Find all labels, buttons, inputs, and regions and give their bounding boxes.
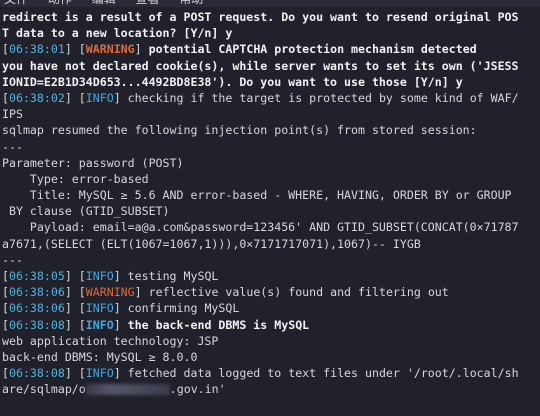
path-prefix: are/sqlmap/o xyxy=(2,382,86,397)
log-message: fetched data logged to text files under … xyxy=(120,366,519,381)
separator-line: --- xyxy=(2,252,23,267)
log-level-info: INFO xyxy=(85,90,114,105)
log-timestamp: 06:38:08 xyxy=(8,317,65,332)
output-line: redirect is a result of a POST request. … xyxy=(2,10,519,24)
log-timestamp: 06:38:01 xyxy=(8,42,65,57)
log-level-warning: WARNING xyxy=(85,285,135,300)
log-message: testing MySQL xyxy=(120,269,219,283)
redacted-blur xyxy=(85,384,170,396)
log-timestamp: 06:38:05 xyxy=(8,269,65,283)
log-line-warning: [06:38:06] [WARNING] reflective value(s)… xyxy=(2,285,449,300)
output-line: you have not declared cookie(s), while s… xyxy=(2,58,519,73)
output-line: web application technology: JSP xyxy=(2,333,219,348)
output-line: IPS xyxy=(2,107,23,122)
separator-line: --- xyxy=(2,139,23,154)
terminal-window: 文件 动作 编辑 查看 帮助 redirect is a result of a… xyxy=(0,0,540,416)
output-line: Payload: email=a@a.com&password=123456' … xyxy=(2,220,519,235)
log-timestamp: 06:38:06 xyxy=(8,285,65,300)
log-timestamp: 06:38:08 xyxy=(8,366,65,381)
log-timestamp: 06:38:06 xyxy=(8,301,65,316)
log-message: reflective value(s) found and filtering … xyxy=(141,285,449,300)
log-line-warning: [06:38:01] [WARNING] potential CAPTCHA p… xyxy=(2,42,477,57)
log-level-info: INFO xyxy=(85,366,114,381)
log-line-info: [06:38:05] [INFO] testing MySQL xyxy=(2,269,219,283)
log-message: checking if the target is protected by s… xyxy=(120,90,519,105)
log-level-warning: WARNING xyxy=(85,42,135,57)
output-line: a7671,(SELECT (ELT(1067=1067,1))),0×7171… xyxy=(2,236,421,251)
menu-actions[interactable]: 动作 xyxy=(48,0,72,6)
log-line-info: [06:38:08] [INFO] fetched data logged to… xyxy=(2,366,519,381)
menu-edit[interactable]: 编辑 xyxy=(92,0,116,6)
log-line-info: [06:38:02] [INFO] checking if the target… xyxy=(2,90,519,105)
output-line: T data to a new location? [Y/n] y xyxy=(2,26,233,41)
output-line: are/sqlmap/o .gov.in' xyxy=(2,381,536,397)
output-line: BY clause (GTID_SUBSET) xyxy=(2,204,170,219)
log-timestamp: 06:38:02 xyxy=(8,90,65,105)
output-line: sqlmap resumed the following injection p… xyxy=(2,123,477,138)
output-line: IONID=E2B1D34D653...4492BD8E38'). Do you… xyxy=(2,74,463,89)
output-line: Parameter: password (POST) xyxy=(2,155,184,170)
menu-bar: 文件 动作 编辑 查看 帮助 xyxy=(0,0,540,7)
output-line: Title: MySQL ≥ 5.6 AND error-based - WHE… xyxy=(2,188,512,203)
menu-help[interactable]: 帮助 xyxy=(179,0,203,6)
log-line-info: [06:38:06] [INFO] confirming MySQL xyxy=(2,301,240,316)
terminal-output[interactable]: redirect is a result of a POST request. … xyxy=(2,9,536,398)
log-level-info: INFO xyxy=(85,301,114,316)
log-level-info: INFO xyxy=(85,269,114,283)
log-message: potential CAPTCHA protection mechanism d… xyxy=(141,42,477,57)
output-line: Type: error-based xyxy=(2,171,149,186)
log-message: the back-end DBMS is MySQL xyxy=(120,317,310,332)
log-line-info: [06:38:08] [INFO] the back-end DBMS is M… xyxy=(2,317,310,332)
menu-view[interactable]: 查看 xyxy=(136,0,160,6)
log-level-info: INFO xyxy=(85,317,114,332)
log-message: confirming MySQL xyxy=(120,301,240,316)
menu-file[interactable]: 文件 xyxy=(4,0,28,6)
output-line: back-end DBMS: MySQL ≥ 8.0.0 xyxy=(2,349,198,364)
path-suffix: .gov.in' xyxy=(169,382,226,397)
